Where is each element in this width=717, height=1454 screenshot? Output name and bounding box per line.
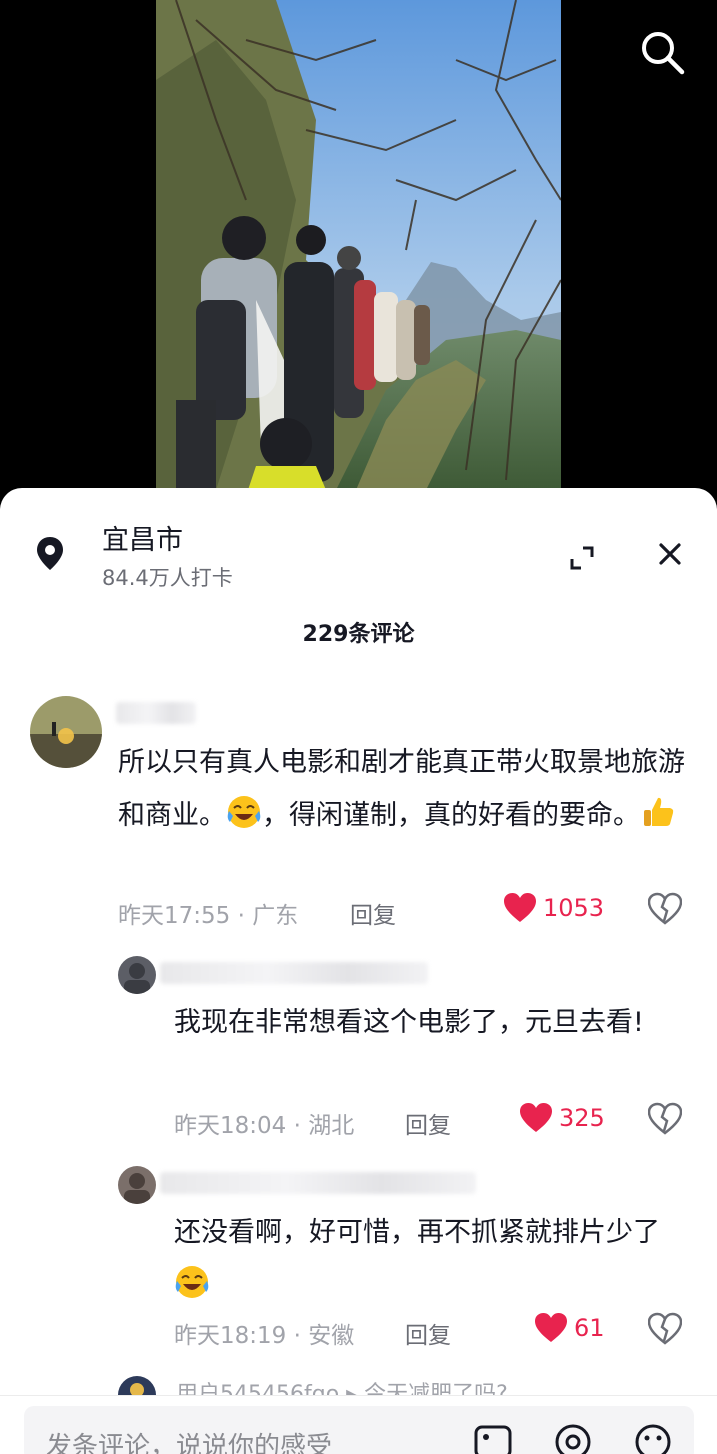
comment-meta: 昨天18:19 · 安徽 xyxy=(174,1323,355,1349)
username-blurred[interactable] xyxy=(160,1172,476,1194)
heart-icon xyxy=(504,893,536,922)
reply-button[interactable]: 回复 xyxy=(405,1316,451,1350)
dislike-button[interactable] xyxy=(647,1312,683,1346)
dislike-heart-icon xyxy=(647,1312,683,1345)
emoji-button[interactable] xyxy=(633,1422,673,1454)
like-button[interactable]: 325 xyxy=(519,1102,605,1134)
video-player[interactable] xyxy=(0,0,717,500)
laugh-cry-emoji-icon xyxy=(227,796,261,828)
avatar[interactable] xyxy=(30,696,102,768)
comment-count: 229条评论 xyxy=(302,622,415,647)
comment-input[interactable]: 发条评论，说说你的感受 xyxy=(24,1406,694,1454)
username-blurred[interactable] xyxy=(160,962,428,984)
location-name[interactable]: 宜昌市 xyxy=(102,518,183,557)
heart-icon xyxy=(535,1313,567,1342)
expand-icon xyxy=(570,546,594,570)
username-blurred[interactable] xyxy=(116,702,196,724)
close-icon xyxy=(659,543,681,565)
comment-text: 还没看啊，好可惜，再不抓紧就排片少了 xyxy=(174,1206,690,1312)
location-pin-icon xyxy=(30,532,70,572)
dislike-button[interactable] xyxy=(647,892,683,926)
dislike-heart-icon xyxy=(647,1102,683,1135)
comment-input-bar: 发条评论，说说你的感受 xyxy=(0,1395,717,1454)
reply-button[interactable]: 回复 xyxy=(405,1106,451,1140)
comment-text: 我现在非常想看这个电影了，元旦去看! xyxy=(174,1007,644,1038)
heart-icon xyxy=(520,1103,552,1132)
close-button[interactable] xyxy=(648,532,692,576)
search-icon xyxy=(642,32,685,75)
avatar[interactable] xyxy=(118,956,156,994)
emoji-icon xyxy=(635,1424,671,1454)
like-button[interactable]: 61 xyxy=(534,1312,605,1344)
search-button[interactable] xyxy=(636,26,688,78)
comment-meta: 昨天18:04 · 湖北 xyxy=(174,1113,355,1139)
like-count: 61 xyxy=(574,1314,605,1342)
image-button[interactable] xyxy=(473,1422,513,1454)
at-icon xyxy=(555,1424,591,1454)
dislike-button[interactable] xyxy=(647,1102,683,1136)
like-count: 1053 xyxy=(543,894,605,922)
avatar[interactable] xyxy=(118,1166,156,1204)
image-icon xyxy=(474,1425,512,1454)
reply-button[interactable]: 回复 xyxy=(350,896,396,930)
comment-sheet: 宜昌市 84.4万人打卡 229条评论 所以只有真人电影和剧才能真正带火取景地旅… xyxy=(0,488,717,1454)
like-button[interactable]: 1053 xyxy=(503,892,604,924)
location-checkins: 84.4万人打卡 xyxy=(102,566,233,590)
dislike-heart-icon xyxy=(647,892,683,925)
comment-meta: 昨天17:55 · 广东 xyxy=(118,903,299,929)
mention-button[interactable] xyxy=(553,1422,593,1454)
hiking-scene-image xyxy=(156,0,561,490)
thumbs-up-emoji-icon xyxy=(644,797,674,826)
laugh-cry-emoji-icon xyxy=(175,1266,209,1298)
video-frame[interactable] xyxy=(156,0,561,490)
like-count: 325 xyxy=(559,1104,605,1132)
comment-input-placeholder: 发条评论，说说你的感受 xyxy=(46,1432,333,1454)
comment-text: 所以只有真人电影和剧才能真正带火取景地旅游和商业。 ，得闲谨制，真的好看的要命。 xyxy=(118,747,685,831)
expand-button[interactable] xyxy=(560,536,604,580)
